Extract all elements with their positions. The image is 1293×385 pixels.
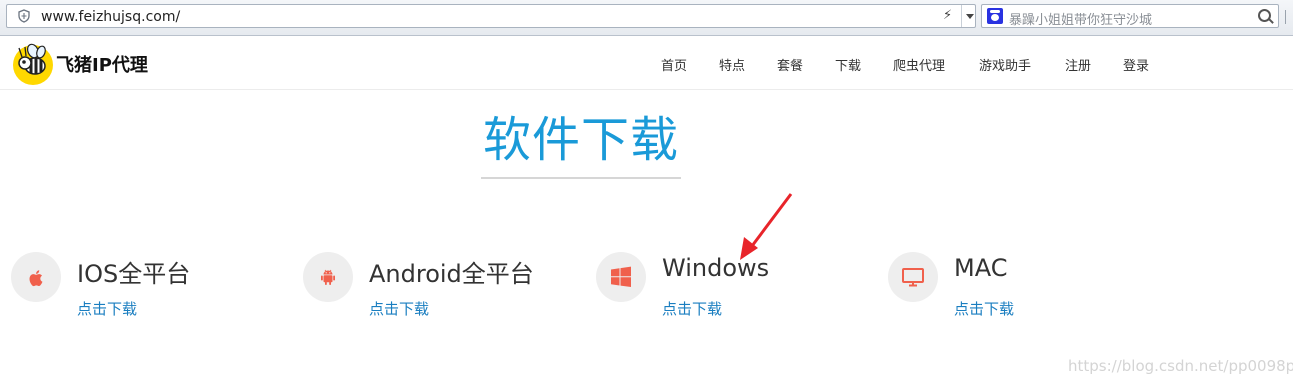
site-logo-text[interactable]: 飞猪IP代理 [56, 51, 148, 77]
platform-name: MAC [954, 254, 1008, 282]
download-link-mac[interactable]: 点击下载 [954, 298, 1014, 319]
platform-icon-circle[interactable] [888, 252, 938, 302]
nav-item-plans[interactable]: 套餐 [777, 55, 803, 74]
url-text: www.feizhujsq.com/ [41, 9, 181, 25]
nav-item-login[interactable]: 登录 [1123, 55, 1149, 74]
browser-toolbar: www.feizhujsq.com/ ⚡ 暴躁小姐姐带你狂守沙城 [0, 0, 1293, 36]
annotation-arrow-icon [740, 193, 793, 260]
site-header: 飞猪IP代理 首页 特点 套餐 下载 爬虫代理 游戏助手 注册 登录 [0, 36, 1293, 90]
nav-item-game-assistant[interactable]: 游戏助手 [979, 55, 1031, 74]
platform-icon-circle[interactable] [596, 252, 646, 302]
url-dropdown-button[interactable] [961, 5, 977, 27]
toolbar-edge-divider [1285, 10, 1292, 24]
apple-icon [29, 270, 43, 287]
windows-icon [611, 266, 631, 287]
monitor-icon [902, 268, 924, 287]
download-link-ios[interactable]: 点击下载 [77, 298, 137, 319]
nav-item-features[interactable]: 特点 [719, 55, 745, 74]
nav-item-crawler-proxy[interactable]: 爬虫代理 [893, 55, 945, 74]
title-divider [481, 177, 681, 179]
baidu-paw-icon [987, 8, 1003, 24]
bee-logo-icon [13, 43, 53, 85]
platform-name: IOS全平台 [77, 260, 191, 288]
address-bar[interactable]: www.feizhujsq.com/ ⚡ [6, 4, 976, 28]
platform-name: Android全平台 [369, 260, 534, 288]
watermark: https://blog.csdn.net/pp0098pp [1068, 357, 1293, 375]
android-icon [321, 269, 335, 285]
download-link-windows[interactable]: 点击下载 [662, 298, 722, 319]
search-placeholder: 暴躁小姐姐带你狂守沙城 [1009, 13, 1153, 28]
platform-icon-circle[interactable] [303, 252, 353, 302]
download-link-android[interactable]: 点击下载 [369, 298, 429, 319]
shield-icon [18, 9, 30, 23]
platform-icon-circle[interactable] [11, 252, 61, 302]
nav-item-register[interactable]: 注册 [1065, 55, 1091, 74]
search-icon[interactable] [1258, 9, 1271, 22]
nav-item-download[interactable]: 下载 [835, 55, 861, 74]
page-title: 软件下载 [482, 112, 679, 168]
lightning-icon[interactable]: ⚡ [943, 8, 952, 23]
nav-item-home[interactable]: 首页 [661, 55, 687, 74]
search-bar[interactable]: 暴躁小姐姐带你狂守沙城 [981, 4, 1279, 28]
